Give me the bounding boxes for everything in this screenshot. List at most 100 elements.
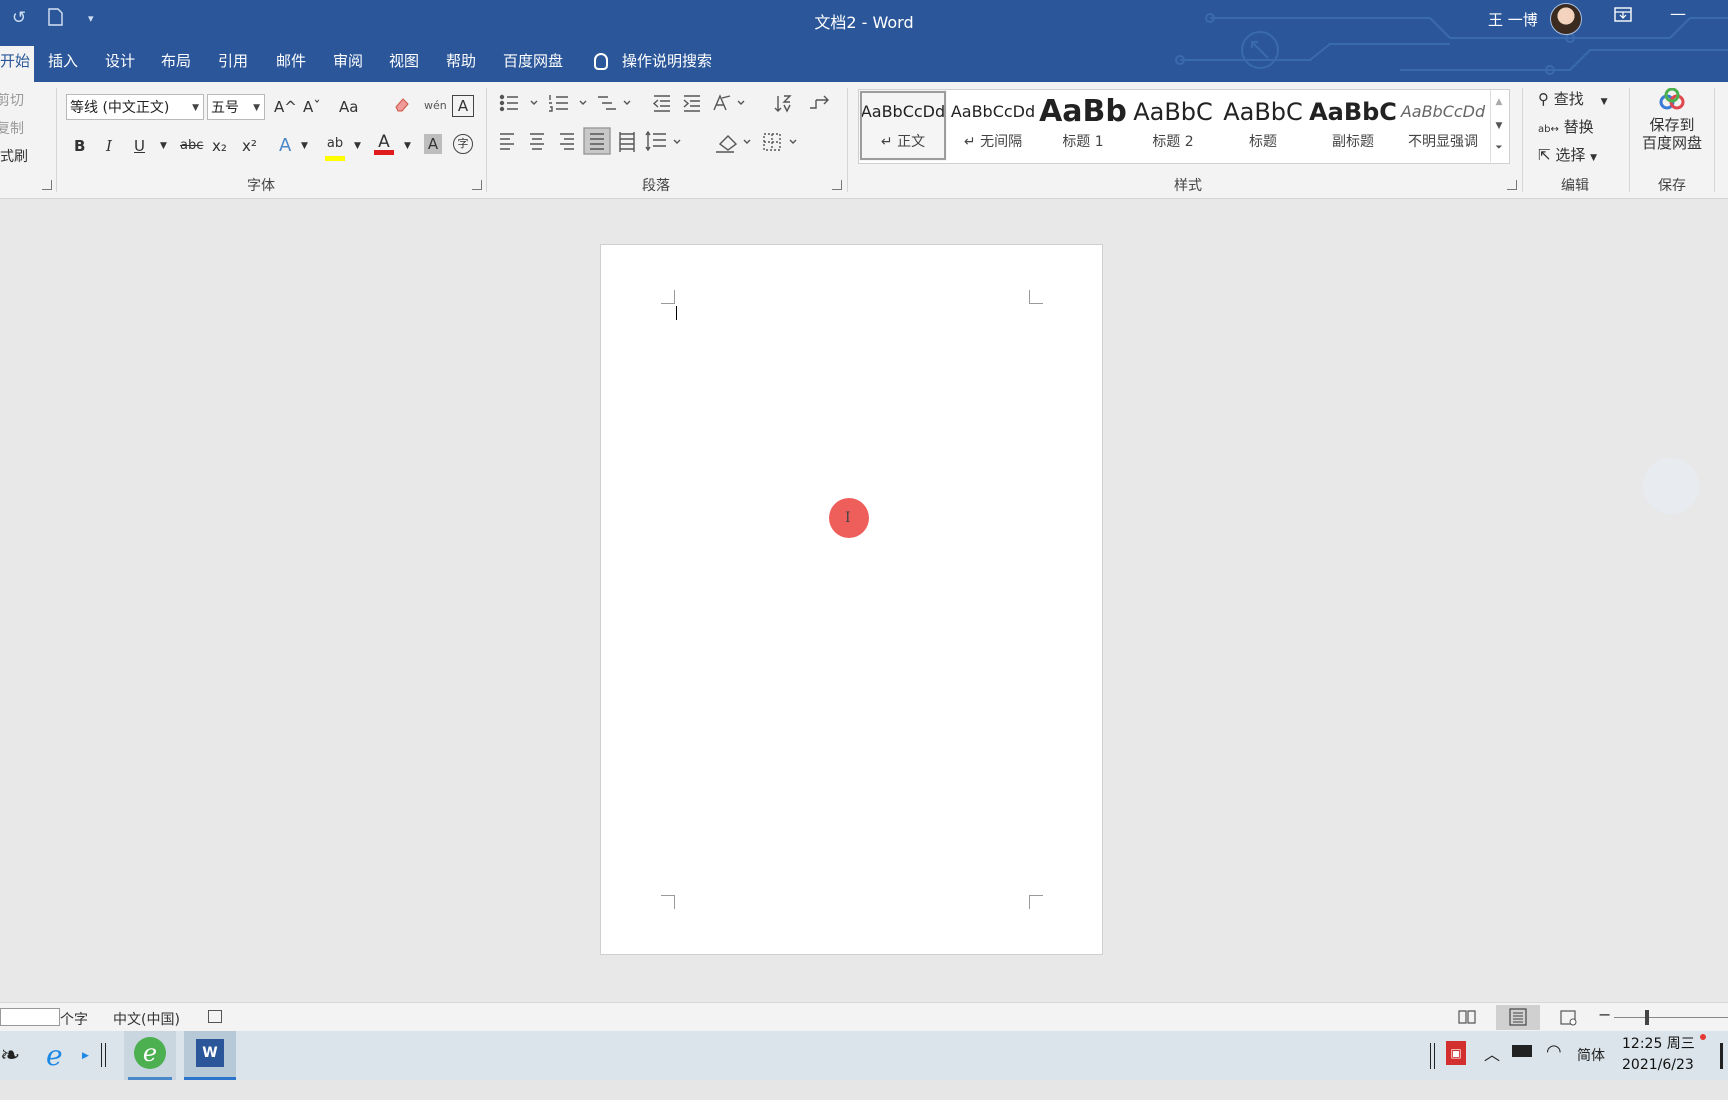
print-layout-icon[interactable]: [1496, 1005, 1540, 1030]
cut-button[interactable]: 剪切: [0, 90, 24, 110]
style-subtitle[interactable]: AaBbC 副标题: [1309, 90, 1397, 161]
format-painter-button[interactable]: 格式刷: [0, 146, 28, 166]
security-tray-icon[interactable]: ▣: [1446, 1041, 1466, 1065]
enclose-characters-button[interactable]: 字: [453, 134, 473, 154]
style-title[interactable]: AaBbC 标题: [1219, 90, 1307, 161]
strikethrough-button[interactable]: abc: [180, 134, 203, 158]
word-count[interactable]: 个字: [60, 1009, 88, 1029]
tell-me-search[interactable]: 操作说明搜索: [594, 48, 712, 74]
style-name: 不明显强调: [1408, 134, 1478, 150]
floating-assistant-icon[interactable]: [1643, 458, 1699, 514]
scroll-down-icon[interactable]: ▼: [1491, 114, 1507, 138]
tab-help[interactable]: 帮助: [446, 48, 476, 82]
paragraph-launcher-icon[interactable]: [832, 180, 842, 190]
clear-formatting-icon[interactable]: [393, 95, 411, 120]
font-size-select[interactable]: 五号 ▼: [207, 94, 265, 120]
chevron-right-icon[interactable]: ▶: [82, 1051, 89, 1100]
chevron-down-icon[interactable]: ▼: [301, 134, 308, 158]
tab-mailings[interactable]: 邮件: [276, 48, 306, 82]
tab-baidu-netdisk[interactable]: 百度网盘: [503, 48, 563, 82]
taskbar-app-word[interactable]: W: [184, 1031, 236, 1080]
style-heading-2[interactable]: AaBbC 标题 2: [1129, 90, 1217, 161]
tab-review[interactable]: 审阅: [333, 48, 363, 82]
change-case-button[interactable]: Aa: [339, 95, 358, 119]
style-no-spacing[interactable]: AaBbCcDd ↵ 无间隔: [949, 90, 1037, 161]
chevron-down-icon: ▼: [1590, 153, 1598, 163]
tab-home[interactable]: 开始: [0, 46, 34, 82]
minimize-button[interactable]: —: [1670, 4, 1686, 23]
lightbulb-icon: [594, 53, 608, 70]
select-button[interactable]: ⇱ 选择 ▼: [1538, 143, 1597, 170]
tab-layout[interactable]: 布局: [161, 48, 191, 82]
user-name[interactable]: 王 一博: [1488, 9, 1538, 30]
styles-gallery-scroll[interactable]: ▲ ▼ ⏷: [1490, 90, 1507, 162]
web-layout-icon[interactable]: [1560, 1010, 1578, 1030]
subscript-button[interactable]: x₂: [212, 134, 227, 158]
style-name: 副标题: [1332, 134, 1374, 150]
start-button[interactable]: ❧: [0, 1041, 20, 1090]
chevron-down-icon: ▼: [1600, 97, 1608, 107]
font-launcher-icon[interactable]: [472, 180, 482, 190]
style-normal[interactable]: AaBbCcDd ↵ 正文: [859, 90, 947, 161]
wifi-icon[interactable]: ◠: [1546, 1041, 1562, 1090]
find-button[interactable]: ⚲ 查找 ▼: [1538, 87, 1608, 114]
font-family-select[interactable]: 等线 (中文正文) ▼: [66, 94, 204, 120]
chevron-down-icon[interactable]: ▼: [160, 134, 167, 158]
font-color-button[interactable]: A: [374, 130, 394, 155]
zoom-slider-thumb[interactable]: [1645, 1010, 1649, 1025]
chinese-layout-icon: [713, 94, 731, 111]
bold-button[interactable]: B: [74, 134, 85, 158]
ribbon-display-options-icon[interactable]: [1614, 7, 1632, 27]
tab-insert[interactable]: 插入: [48, 48, 78, 82]
clock[interactable]: 12:25 周三 2021/6/23: [1622, 1034, 1695, 1076]
styles-launcher-icon[interactable]: [1507, 180, 1517, 190]
crop-mark: [661, 290, 675, 304]
style-name: 标题 1: [1062, 134, 1104, 150]
style-sample: AaBbC: [1133, 98, 1213, 126]
italic-button[interactable]: I: [106, 134, 112, 158]
zoom-slider-track[interactable]: [1614, 1017, 1728, 1018]
gallery-more-icon[interactable]: ⏷: [1491, 138, 1507, 158]
clipboard-launcher-icon[interactable]: [42, 180, 52, 190]
avatar[interactable]: [1550, 3, 1582, 35]
read-mode-icon[interactable]: [1458, 1010, 1476, 1028]
search-icon: ⚲: [1538, 90, 1549, 108]
chevron-down-icon[interactable]: ▼: [404, 134, 411, 158]
document-page[interactable]: [600, 244, 1103, 955]
replace-button[interactable]: ab↔ 替换: [1538, 115, 1594, 142]
text-effects-button[interactable]: A: [279, 134, 291, 158]
tab-view[interactable]: 视图: [389, 48, 419, 82]
ime-mode-indicator[interactable]: 简体: [1577, 1045, 1605, 1094]
taskbar-app-360browser[interactable]: e: [124, 1031, 176, 1080]
chevron-down-icon[interactable]: ▼: [354, 134, 361, 158]
save-to-baidu-button[interactable]: 保存到 百度网盘: [1634, 87, 1710, 152]
tab-design[interactable]: 设计: [105, 48, 135, 82]
style-subtle-emphasis[interactable]: AaBbCcDd 不明显强调: [1399, 90, 1487, 161]
battery-icon[interactable]: [1512, 1045, 1532, 1057]
underline-button[interactable]: U: [134, 134, 145, 158]
pinyin-guide-button[interactable]: wén: [424, 94, 447, 118]
character-border-button[interactable]: A: [452, 95, 474, 117]
tab-references[interactable]: 引用: [218, 48, 248, 82]
ie-browser-icon[interactable]: e: [46, 1039, 63, 1088]
grow-font-button[interactable]: A^: [274, 95, 297, 119]
ime-toolbar[interactable]: [0, 1008, 60, 1026]
zoom-out-button[interactable]: −: [1598, 1005, 1611, 1024]
superscript-button[interactable]: x²: [242, 134, 257, 158]
360-browser-icon: e: [134, 1037, 166, 1069]
scroll-up-icon[interactable]: ▲: [1491, 90, 1507, 114]
find-label: 查找: [1553, 90, 1584, 108]
language-indicator[interactable]: 中文(中国): [113, 1009, 180, 1029]
taskbar: ❧ e ▶ e W ▣ ︿ ◠ 简体 12:25 周三 2021/6/23: [0, 1031, 1728, 1080]
editing-group-label: 编辑: [1561, 178, 1589, 194]
macro-recording-icon[interactable]: [208, 1010, 222, 1023]
character-shading-button[interactable]: A: [424, 134, 442, 154]
style-heading-1[interactable]: AaBb 标题 1: [1039, 90, 1127, 161]
copy-button[interactable]: 复制: [0, 118, 24, 138]
highlight-color-button[interactable]: ab: [325, 132, 345, 161]
document-area[interactable]: [0, 199, 1728, 1002]
show-hidden-icons-icon[interactable]: ︿: [1484, 1041, 1500, 1090]
style-sample: AaBbC: [1223, 98, 1303, 126]
show-desktop-button[interactable]: [1720, 1043, 1723, 1069]
shrink-font-button[interactable]: Aˇ: [303, 95, 321, 119]
